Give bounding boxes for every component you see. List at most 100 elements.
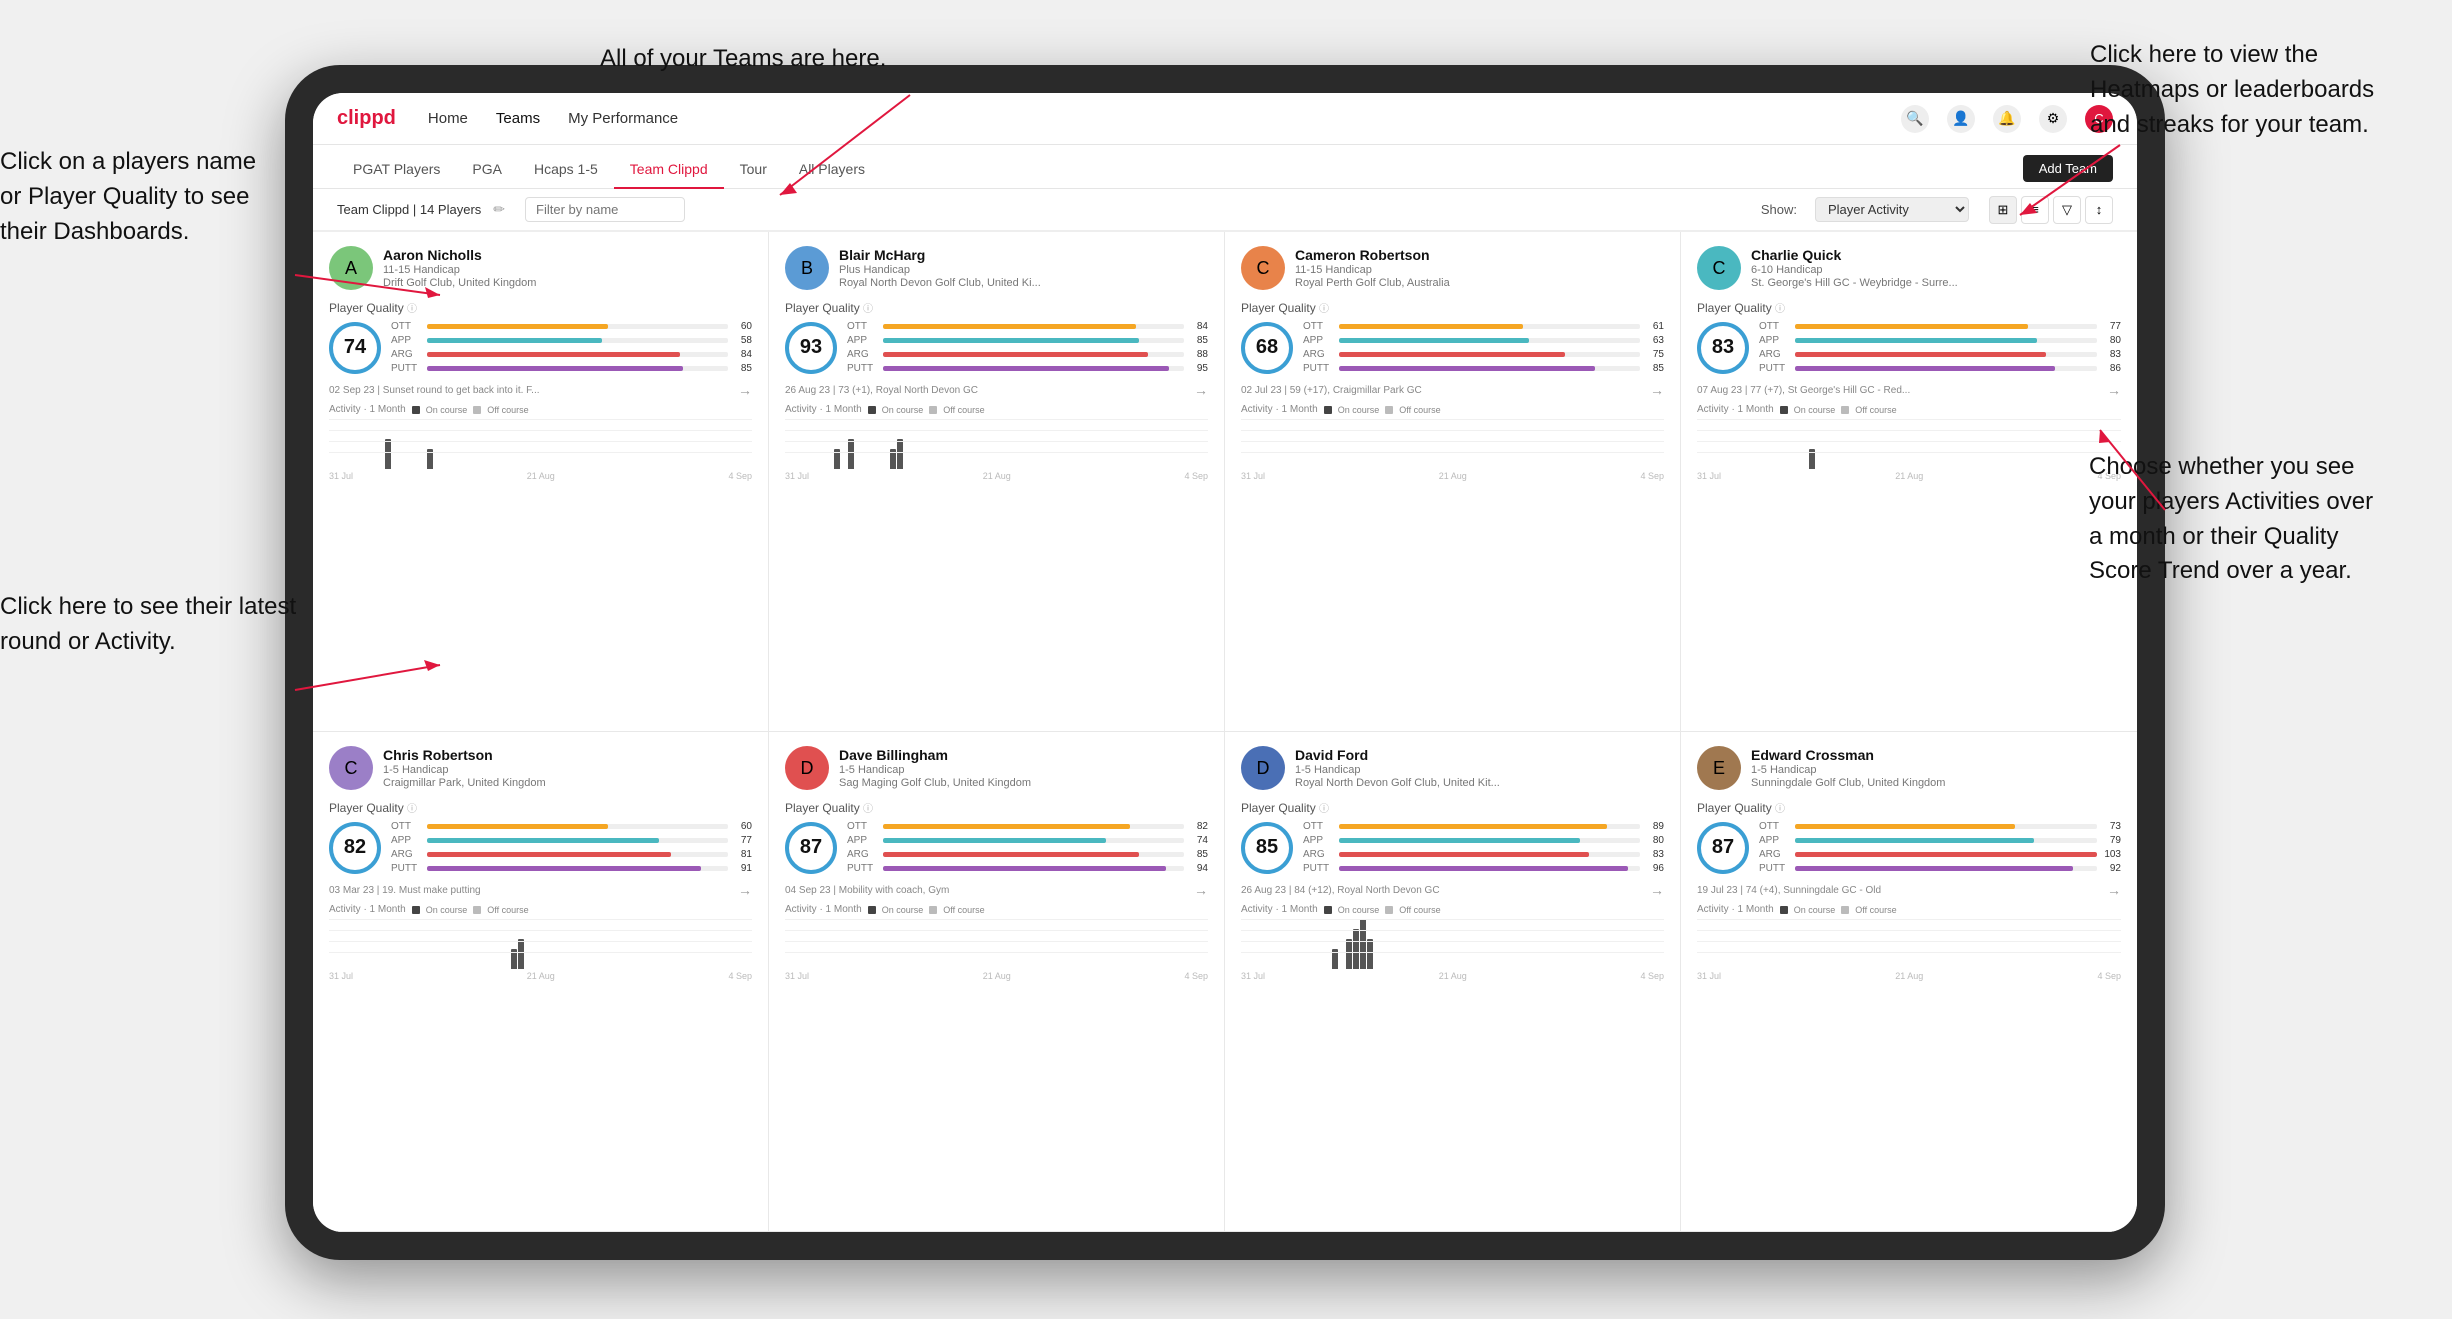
player-name[interactable]: Charlie Quick	[1751, 247, 2121, 263]
quality-circle[interactable]: 83	[1697, 322, 1749, 374]
player-card[interactable]: B Blair McHarg Plus Handicap Royal North…	[769, 232, 1225, 732]
player-card[interactable]: E Edward Crossman 1-5 Handicap Sunningda…	[1681, 732, 2137, 1232]
chart-bar-empty	[1269, 968, 1275, 969]
chart-bar-empty	[490, 468, 496, 469]
player-name[interactable]: Edward Crossman	[1751, 747, 2121, 763]
chart-bar-empty	[862, 968, 868, 969]
stat-ott: OTT 60	[391, 821, 752, 832]
chart-bar-empty	[1430, 468, 1436, 469]
player-info: Edward Crossman 1-5 Handicap Sunningdale…	[1751, 747, 2121, 789]
chart-bar-empty	[1739, 968, 1745, 969]
player-name[interactable]: Aaron Nicholls	[383, 247, 752, 263]
recent-round[interactable]: 26 Aug 23 | 73 (+1), Royal North Devon G…	[785, 382, 1208, 398]
grid-view-icon[interactable]: ⊞	[1989, 196, 2017, 224]
player-name[interactable]: David Ford	[1295, 747, 1664, 763]
recent-round[interactable]: 26 Aug 23 | 84 (+12), Royal North Devon …	[1241, 882, 1664, 898]
quality-row: 83 OTT 77 APP 80 ARG 83 PUT	[1697, 321, 2121, 374]
chart-area	[1697, 919, 2121, 969]
show-label: Show:	[1761, 202, 1797, 217]
quality-circle[interactable]: 82	[329, 822, 381, 874]
recent-round[interactable]: 19 Jul 23 | 74 (+4), Sunningdale GC - Ol…	[1697, 882, 2121, 898]
on-course-legend	[1324, 406, 1332, 414]
team-header: Team Clippd | 14 Players ✏ Show: Player …	[313, 189, 2137, 231]
player-card[interactable]: A Aaron Nicholls 11-15 Handicap Drift Go…	[313, 232, 769, 732]
chart-bar-empty	[455, 968, 461, 969]
player-name[interactable]: Dave Billingham	[839, 747, 1208, 763]
chart-bar-empty	[1402, 468, 1408, 469]
player-handicap: 1-5 Handicap	[839, 764, 1208, 776]
chart-bar-empty	[1872, 468, 1878, 469]
quality-circle[interactable]: 87	[785, 822, 837, 874]
quality-circle[interactable]: 74	[329, 322, 381, 374]
chart-bar-empty	[953, 468, 959, 469]
chart-bar-empty	[1255, 468, 1261, 469]
edit-icon[interactable]: ✏	[493, 201, 505, 218]
chart-bar-empty	[974, 468, 980, 469]
quality-circle[interactable]: 93	[785, 322, 837, 374]
stat-arg: ARG 85	[847, 849, 1208, 860]
filter-icon[interactable]: ▽	[2053, 196, 2081, 224]
tab-all-players[interactable]: All Players	[783, 151, 881, 189]
on-course-label: On course	[1338, 405, 1380, 415]
player-card[interactable]: C Charlie Quick 6-10 Handicap St. George…	[1681, 232, 2137, 732]
chart-bar-empty	[1409, 968, 1415, 969]
tab-tour[interactable]: Tour	[724, 151, 783, 189]
recent-round[interactable]: 03 Mar 23 | 19. Must make putting →	[329, 882, 752, 898]
quality-circle[interactable]: 87	[1697, 822, 1749, 874]
on-course-label: On course	[1338, 905, 1380, 915]
player-name[interactable]: Chris Robertson	[383, 747, 752, 763]
recent-round[interactable]: 07 Aug 23 | 77 (+7), St George's Hill GC…	[1697, 382, 2121, 398]
stats-grid: OTT 60 APP 58 ARG 84 PUTT 85	[391, 321, 752, 374]
off-course-legend	[1385, 406, 1393, 414]
chart-bar-empty	[1325, 968, 1331, 969]
tab-pga[interactable]: PGA	[456, 151, 518, 189]
recent-round[interactable]: 02 Jul 23 | 59 (+17), Craigmillar Park G…	[1241, 382, 1664, 398]
sort-icon[interactable]: ↕	[2085, 196, 2113, 224]
chart-bar-empty	[1893, 968, 1899, 969]
user-icon[interactable]: 👤	[1947, 105, 1975, 133]
list-view-icon[interactable]: ≡	[2021, 196, 2049, 224]
tab-team-clippd[interactable]: Team Clippd	[614, 151, 724, 189]
chart-bar	[511, 949, 517, 969]
tab-pgat[interactable]: PGAT Players	[337, 151, 456, 189]
nav-teams[interactable]: Teams	[496, 110, 540, 127]
chart-bar-empty	[876, 468, 882, 469]
chart-bar-empty	[792, 468, 798, 469]
player-card[interactable]: D David Ford 1-5 Handicap Royal North De…	[1225, 732, 1681, 1232]
show-select[interactable]: Player Activity Quality Score Trend	[1815, 197, 1969, 222]
player-name[interactable]: Cameron Robertson	[1295, 247, 1664, 263]
chart-bar-empty	[1711, 968, 1717, 969]
quality-circle[interactable]: 85	[1241, 822, 1293, 874]
player-card[interactable]: D Dave Billingham 1-5 Handicap Sag Magin…	[769, 732, 1225, 1232]
chart-bar-empty	[827, 468, 833, 469]
search-icon[interactable]: 🔍	[1901, 105, 1929, 133]
player-name[interactable]: Blair McHarg	[839, 247, 1208, 263]
chart-bar-empty	[392, 968, 398, 969]
quality-circle[interactable]: 68	[1241, 322, 1293, 374]
chart-bar-empty	[448, 468, 454, 469]
player-info: David Ford 1-5 Handicap Royal North Devo…	[1295, 747, 1664, 789]
chart-bar-empty	[357, 968, 363, 969]
bell-icon[interactable]: 🔔	[1993, 105, 2021, 133]
settings-icon[interactable]: ⚙	[2039, 105, 2067, 133]
nav-my-performance[interactable]: My Performance	[568, 110, 678, 127]
nav-home[interactable]: Home	[428, 110, 468, 127]
chart-bar-empty	[1753, 468, 1759, 469]
recent-round[interactable]: 04 Sep 23 | Mobility with coach, Gym →	[785, 882, 1208, 898]
add-team-button[interactable]: Add Team	[2023, 155, 2113, 182]
filter-input[interactable]	[525, 197, 685, 222]
off-course-legend	[473, 406, 481, 414]
player-card[interactable]: C Cameron Robertson 11-15 Handicap Royal…	[1225, 232, 1681, 732]
quality-row: 87 OTT 73 APP 79 ARG 103 PU	[1697, 821, 2121, 874]
chart-bar-empty	[1283, 468, 1289, 469]
chart-bar-empty	[427, 968, 433, 969]
player-card[interactable]: C Chris Robertson 1-5 Handicap Craigmill…	[313, 732, 769, 1232]
recent-round[interactable]: 02 Sep 23 | Sunset round to get back int…	[329, 382, 752, 398]
tab-hcaps[interactable]: Hcaps 1-5	[518, 151, 614, 189]
chart-bar-empty	[1788, 468, 1794, 469]
stat-arg: ARG 103	[1759, 849, 2121, 860]
chart-bar-empty	[1290, 968, 1296, 969]
player-handicap: 11-15 Handicap	[1295, 264, 1664, 276]
off-course-label: Off course	[1855, 405, 1896, 415]
chart-bar-empty	[1416, 468, 1422, 469]
